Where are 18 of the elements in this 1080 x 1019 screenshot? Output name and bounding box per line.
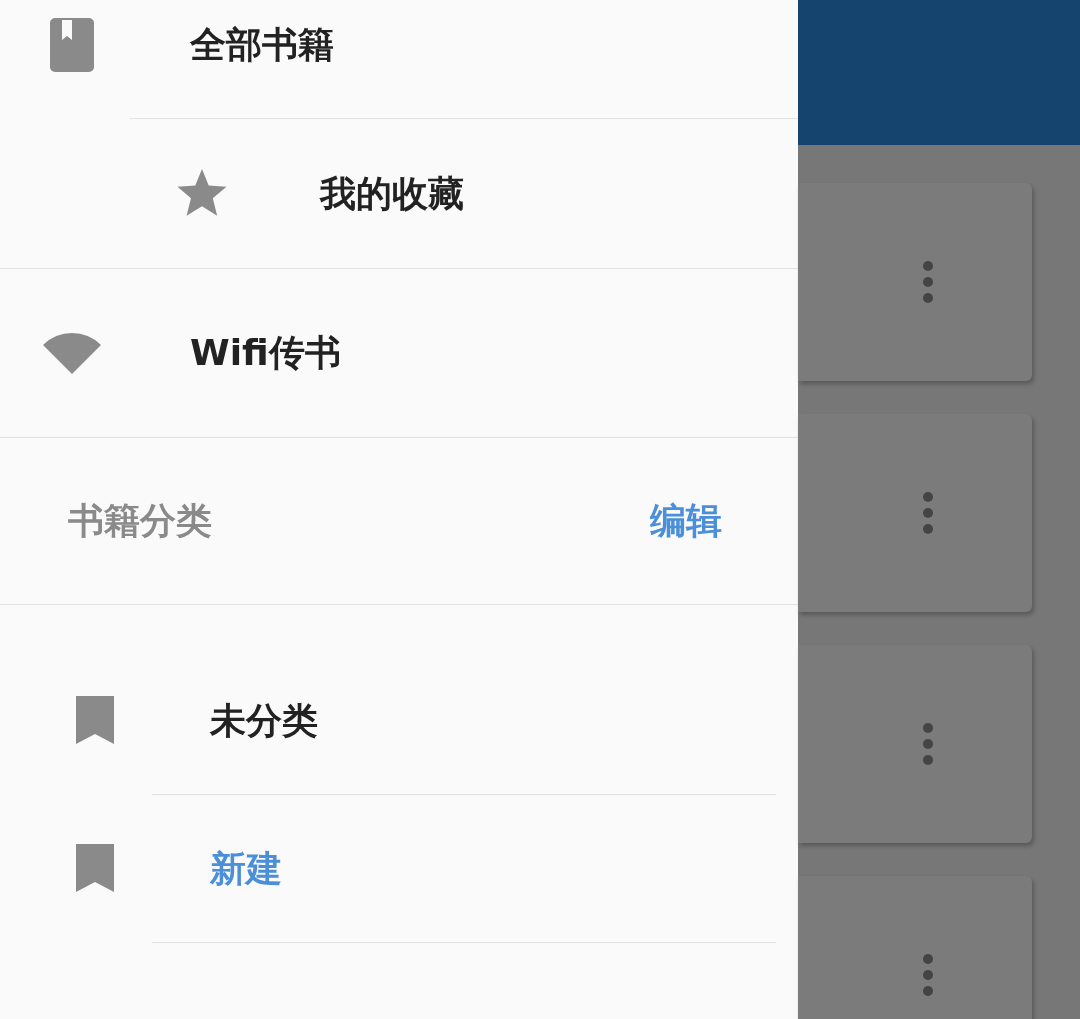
drawer-item-label: Wifi传书	[190, 331, 341, 375]
wifi-icon	[43, 332, 101, 374]
bookmark-icon	[76, 844, 114, 892]
category-label: 新建	[210, 846, 282, 891]
book-icon	[50, 18, 94, 72]
more-icon[interactable]	[922, 953, 934, 997]
more-icon[interactable]	[922, 722, 934, 766]
drawer-item-label: 全部书籍	[190, 23, 334, 67]
drawer-item[interactable]: 全部书籍	[0, 0, 798, 118]
section-title: 书籍分类	[68, 499, 212, 543]
category-label: 未分类	[210, 698, 318, 743]
category-item[interactable]: 未分类	[0, 647, 776, 795]
more-icon[interactable]	[922, 260, 934, 304]
more-icon[interactable]	[922, 491, 934, 535]
drawer-item[interactable]: Wifi传书	[0, 268, 798, 437]
drawer-item[interactable]: 我的收藏	[130, 118, 798, 268]
bookmark-icon	[76, 696, 114, 744]
drawer-item-label: 我的收藏	[320, 171, 464, 216]
